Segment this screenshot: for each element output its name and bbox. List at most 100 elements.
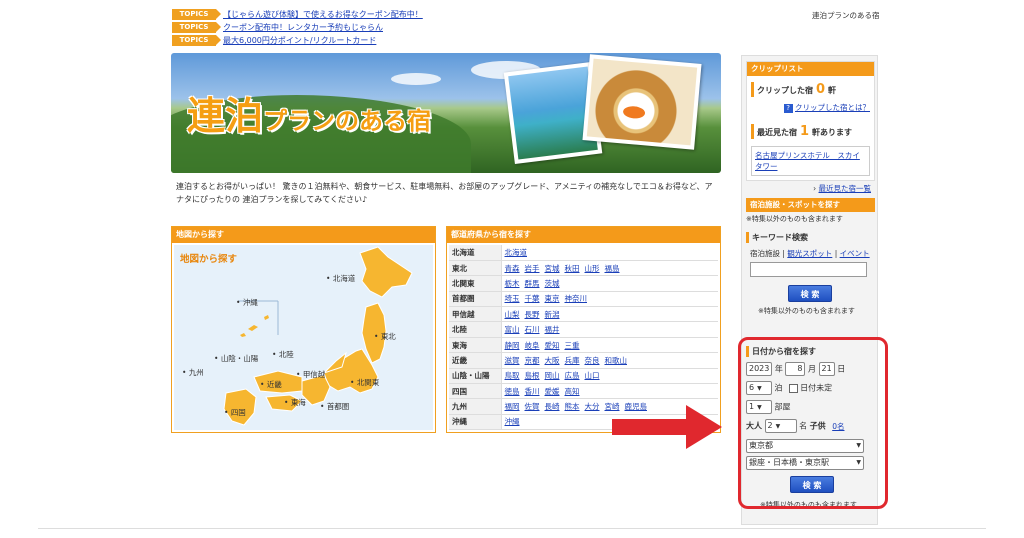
prefecture-row: 山陰・山陽 鳥取 島根 岡山 広島 山口 [449,368,718,385]
keyword-search-button[interactable]: 検 索 [788,285,832,302]
prefecture-row: 北海道 北海道 [449,245,718,261]
prefecture-link[interactable]: 福井 [545,325,560,334]
prefecture-link[interactable]: 山梨 [505,310,520,319]
region-name: 甲信越 [449,306,502,323]
prefecture-link[interactable]: 岩手 [525,264,540,273]
hero-banner: 連泊プランのある宿 [171,53,721,173]
topics-badge: TOPICS [172,8,221,20]
topic-item[interactable]: TOPICS 【じゃらん遊び体験】で使えるお得なクーポン配布中！ [172,8,472,20]
prefecture-link[interactable]: 兵庫 [565,356,580,365]
prefecture-link[interactable]: 茨城 [545,279,560,288]
region-okinawa[interactable]: 沖縄 [236,297,258,308]
prefecture-link[interactable]: 静岡 [505,341,520,350]
prefecture-link[interactable]: 山形 [585,264,600,273]
recent-hotel-link[interactable]: 名古屋プリンスホテル スカイタワー [755,151,860,171]
cloud-decoration [391,73,441,85]
prefecture-link[interactable]: 山口 [585,371,600,380]
prefecture-link[interactable]: 三重 [565,341,580,350]
clip-help-link[interactable]: クリップした宿とは？ [795,103,870,112]
region-name: 東北 [449,260,502,277]
tab-sightseeing[interactable]: 観光スポット [787,249,832,258]
prefecture-link[interactable]: 福島 [605,264,620,273]
prefecture-link[interactable]: 新潟 [545,310,560,319]
recent-list-link[interactable]: 最近見た宿一覧 [819,184,872,193]
prefecture-link[interactable]: 神奈川 [565,294,588,303]
prefecture-link[interactable]: 北海道 [505,248,528,257]
region-shikoku[interactable]: 四国 [224,407,246,418]
map-panel-header: 地図から探す [172,227,435,243]
prefecture-link[interactable]: 長野 [525,310,540,319]
region-hokuriku[interactable]: 北陸 [272,349,294,360]
spot-search-header: 宿泊施設・スポットを探す [746,198,875,212]
prefecture-link[interactable]: 和歌山 [605,356,628,365]
clip-help-row[interactable]: ? クリップした宿とは？ [783,102,870,113]
prefecture-link[interactable]: 愛媛 [545,387,560,396]
prefecture-link[interactable]: 千葉 [525,294,540,303]
prefecture-link[interactable]: 石川 [525,325,540,334]
clip-unit: 軒 [828,86,837,95]
prefecture-link[interactable]: 大分 [585,402,600,411]
prefecture-link[interactable]: 愛知 [545,341,560,350]
topic-link[interactable]: クーポン配布中！レンタカー予約もじゃらん [223,22,383,33]
prefecture-row: 北陸 富山 石川 福井 [449,321,718,338]
prefecture-link[interactable]: 香川 [525,387,540,396]
prefecture-link[interactable]: 大阪 [545,356,560,365]
region-kinki[interactable]: 近畿 [260,379,282,390]
prefecture-link[interactable]: 沖縄 [505,417,520,426]
prefecture-row: 甲信越 山梨 長野 新潟 [449,306,718,323]
region-tohoku[interactable]: 東北 [374,331,396,342]
prefecture-link[interactable]: 熊本 [565,402,580,411]
prefecture-link[interactable]: 広島 [565,371,580,380]
tab-lodging[interactable]: 宿泊施設 [750,249,780,258]
region-name: 近畿 [449,352,502,369]
prefecture-link[interactable]: 青森 [505,264,520,273]
topic-item[interactable]: TOPICS クーポン配布中！レンタカー予約もじゃらん [172,21,472,33]
banner-title-small: プランのある宿 [263,107,432,135]
topic-link[interactable]: 【じゃらん遊び体験】で使えるお得なクーポン配布中！ [223,9,423,20]
keyword-label: キーワード検索 [746,232,875,243]
topic-item[interactable]: TOPICS 最大6,000円分ポイント/リクルートカード [172,34,472,46]
recent-count-row: 最近見た宿 1 軒あります [751,124,852,139]
region-name: 四国 [449,383,502,400]
banner-title: 連泊プランのある宿 [187,85,431,140]
region-kyushu[interactable]: 九州 [182,367,204,378]
prefecture-link[interactable]: 栃木 [505,279,520,288]
region-shutoken[interactable]: 首都圏 [320,401,350,412]
prefecture-link[interactable]: 岡山 [545,371,560,380]
region-hokkaido[interactable]: 北海道 [326,273,356,284]
prefecture-link[interactable]: 滋賀 [505,356,520,365]
region-koshinetsu[interactable]: 甲信越 [296,369,326,380]
japan-map: 地図から探す 北海道 沖縄 東北 山陰・ [174,245,433,430]
tab-event[interactable]: イベント [840,249,870,258]
region-tokai[interactable]: 東海 [284,397,306,408]
prefecture-link[interactable]: 佐賀 [525,402,540,411]
prefecture-link[interactable]: 岐阜 [525,341,540,350]
prefecture-row: 四国 徳島 香川 愛媛 高知 [449,383,718,400]
clip-count-row: クリップした宿 0 軒 [751,82,836,97]
prefecture-link[interactable]: 群馬 [525,279,540,288]
prefecture-row: 東北 青森 岩手 宮城 秋田 山形 福島 [449,260,718,277]
topic-link[interactable]: 最大6,000円分ポイント/リクルートカード [223,35,376,46]
prefecture-link[interactable]: 徳島 [505,387,520,396]
recent-list-row[interactable]: › 最近見た宿一覧 [813,183,871,194]
prefecture-link[interactable]: 高知 [565,387,580,396]
prefecture-link[interactable]: 京都 [525,356,540,365]
prefecture-link[interactable]: 富山 [505,325,520,334]
prefecture-link[interactable]: 長崎 [545,402,560,411]
breakfast-photo [582,54,702,150]
prefecture-link[interactable]: 福岡 [505,402,520,411]
prefecture-link[interactable]: 秋田 [565,264,580,273]
clip-list-header: クリップリスト [747,62,874,76]
prefecture-link[interactable]: 宮城 [545,264,560,273]
prefecture-link[interactable]: 鳥取 [505,371,520,380]
keyword-input[interactable] [750,262,867,277]
recent-hotel-card[interactable]: 名古屋プリンスホテル スカイタワー [751,146,870,176]
spot-note-bottom: ※特集以外のものも含まれます [758,307,855,315]
prefecture-links: 徳島 香川 愛媛 高知 [501,383,718,400]
region-kita-kanto[interactable]: 北関東 [350,377,380,388]
prefecture-link[interactable]: 東京 [545,294,560,303]
region-sanin-sanyo[interactable]: 山陰・山陽 [214,353,259,364]
prefecture-link[interactable]: 奈良 [585,356,600,365]
prefecture-link[interactable]: 埼玉 [505,294,520,303]
prefecture-link[interactable]: 島根 [525,371,540,380]
